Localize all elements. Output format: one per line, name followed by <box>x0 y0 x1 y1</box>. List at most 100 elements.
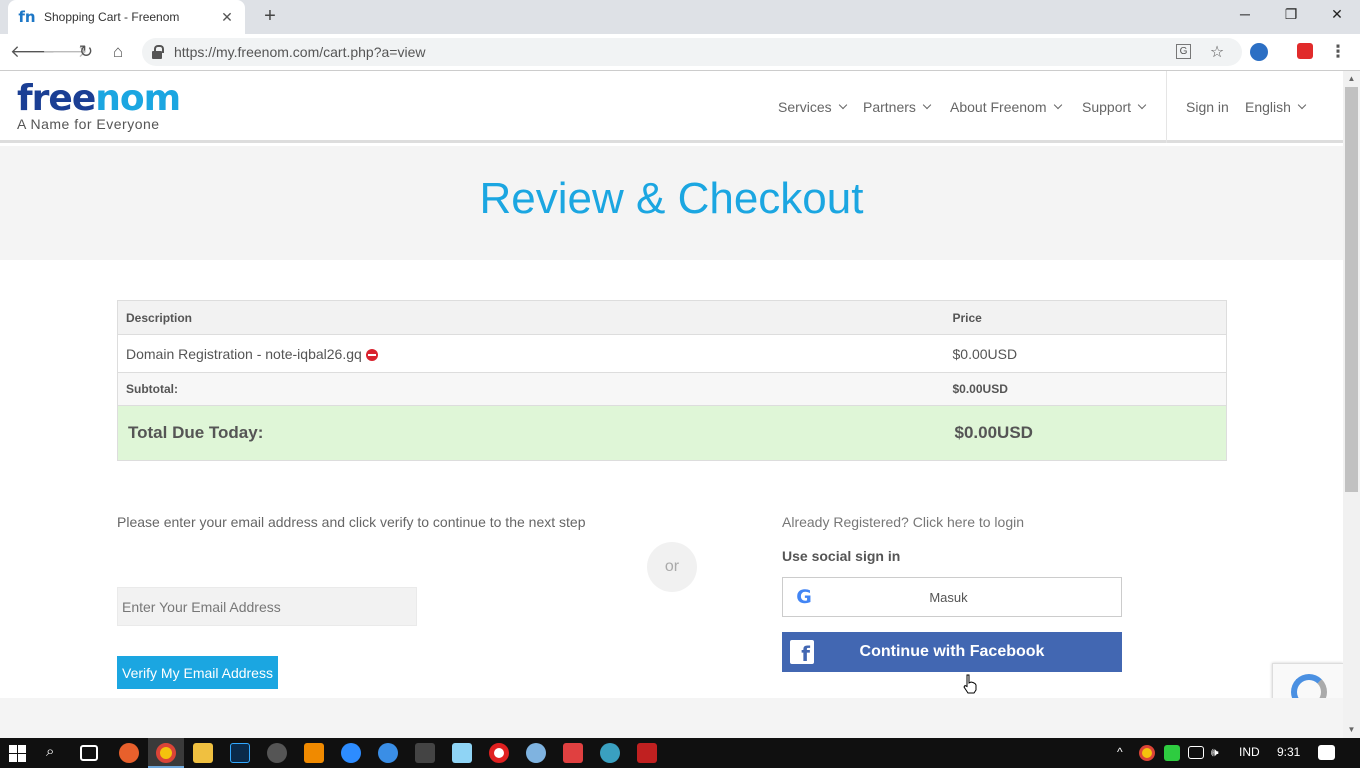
hero-banner: Review & Checkout <box>0 146 1343 260</box>
home-icon[interactable]: ⌂ <box>106 40 130 64</box>
social-sign-in-label: Use social sign in <box>782 548 901 564</box>
tray-chrome-icon[interactable] <box>1139 745 1155 761</box>
app-icon-3[interactable] <box>563 743 583 763</box>
search-icon[interactable]: ⌕ <box>46 743 54 760</box>
new-tab-button[interactable]: + <box>258 5 282 29</box>
table-row: Domain Registration - note-iqbal26.gq $0… <box>117 334 1227 373</box>
login-link[interactable]: Already Registered? Click here to login <box>782 514 1024 530</box>
freenom-favicon-icon: fn <box>18 8 36 26</box>
logo-nom: nom <box>95 78 181 119</box>
chevron-down-icon <box>1297 100 1307 110</box>
chevron-down-icon <box>1137 100 1147 110</box>
or-divider: or <box>647 542 697 592</box>
volume-icon[interactable]: 🕪 <box>1211 745 1219 760</box>
scroll-up-icon[interactable]: ▲ <box>1347 74 1356 83</box>
google-icon: G <box>796 586 812 608</box>
recaptcha-badge[interactable] <box>1272 663 1343 698</box>
total-label: Total Due Today: <box>117 405 945 461</box>
remove-item-icon[interactable] <box>365 348 378 361</box>
item-price: $0.00USD <box>944 334 1227 373</box>
app-icon-2[interactable] <box>378 743 398 763</box>
page-content: freenom A Name for Everyone Services Par… <box>0 71 1343 698</box>
app-icon[interactable] <box>267 743 287 763</box>
terminal-icon[interactable] <box>415 743 435 763</box>
office-extension-icon[interactable] <box>1297 43 1313 59</box>
cart-table: Description Price Domain Registration - … <box>117 300 1227 461</box>
file-explorer-icon[interactable] <box>193 743 213 763</box>
chrome-icon[interactable] <box>156 743 176 763</box>
nav-partners-label: Partners <box>863 99 916 115</box>
app-icon-5[interactable] <box>637 743 657 763</box>
network-icon[interactable] <box>1188 746 1204 759</box>
chevron-down-icon <box>838 100 847 110</box>
windows-start-icon[interactable] <box>9 745 26 762</box>
recaptcha-icon <box>1291 674 1327 698</box>
page-title: Review & Checkout <box>479 174 864 223</box>
reload-icon[interactable]: ↻ <box>74 40 98 64</box>
scroll-down-icon[interactable]: ▼ <box>1347 725 1356 734</box>
nav-about[interactable]: About Freenom <box>950 99 1062 115</box>
sublime-icon[interactable] <box>304 743 324 763</box>
cart-header-row: Description Price <box>117 300 1227 335</box>
translate-icon[interactable]: G <box>1176 44 1191 59</box>
bookmark-star-icon[interactable]: ☆ <box>1208 44 1226 62</box>
sign-in-link[interactable]: Sign in <box>1186 99 1229 115</box>
nav-services-label: Services <box>778 99 832 115</box>
record-icon[interactable] <box>489 743 509 763</box>
language-selector[interactable]: English <box>1245 99 1307 115</box>
notifications-icon[interactable] <box>1318 745 1335 760</box>
scroll-thumb[interactable] <box>1345 87 1358 492</box>
notepad-icon[interactable] <box>452 743 472 763</box>
google-button-label: Masuk <box>929 589 968 605</box>
firefox-icon[interactable] <box>119 743 139 763</box>
input-language[interactable]: IND <box>1239 745 1260 759</box>
freenom-logo[interactable]: freenom <box>17 78 181 119</box>
language-label: English <box>1245 99 1291 115</box>
tagline: A Name for Everyone <box>17 116 160 132</box>
windows-taskbar: ⌕ ^ 🕪 IND 9:31 <box>0 738 1360 768</box>
nav-services[interactable]: Services <box>778 99 847 115</box>
page-scrollbar[interactable]: ▲ ▼ <box>1343 71 1360 738</box>
back-icon[interactable]: 🡐 <box>10 40 56 64</box>
tab-title: Shopping Cart - Freenom <box>44 10 180 24</box>
teamviewer-icon[interactable] <box>341 743 361 763</box>
nav-partners[interactable]: Partners <box>863 99 932 115</box>
email-instructions: Please enter your email address and clic… <box>117 514 586 530</box>
clock[interactable]: 9:31 <box>1277 745 1300 759</box>
chevron-down-icon <box>922 100 932 110</box>
menu-icon[interactable]: ⋮ <box>1326 40 1350 64</box>
minimize-button[interactable]: ─ <box>1222 0 1268 30</box>
facebook-sign-in-button[interactable]: f Continue with Facebook <box>782 632 1122 672</box>
tab-close-icon[interactable]: ✕ <box>219 9 235 26</box>
extension-icon[interactable] <box>1250 43 1268 61</box>
task-view-icon[interactable] <box>80 745 98 761</box>
url-text: https://my.freenom.com/cart.php?a=view <box>174 44 426 60</box>
nav-support[interactable]: Support <box>1082 99 1147 115</box>
tray-expand-icon[interactable]: ^ <box>1117 745 1123 759</box>
browser-tab-bar: fn Shopping Cart - Freenom ✕ + ─ ❐ ✕ <box>0 0 1360 34</box>
chevron-down-icon <box>1053 100 1062 110</box>
description-header: Description <box>117 300 945 335</box>
email-input[interactable] <box>117 587 417 626</box>
forward-icon[interactable]: 🡒 <box>42 40 88 64</box>
tray-app-icon[interactable] <box>1164 745 1180 761</box>
facebook-button-label: Continue with Facebook <box>859 643 1045 660</box>
subtotal-label: Subtotal: <box>117 372 945 406</box>
photoshop-icon[interactable] <box>230 743 250 763</box>
nav-about-label: About Freenom <box>950 99 1047 115</box>
verify-email-button[interactable]: Verify My Email Address <box>117 656 278 689</box>
app-icon-4[interactable] <box>600 743 620 763</box>
close-window-button[interactable]: ✕ <box>1314 0 1360 30</box>
paint-icon[interactable] <box>526 743 546 763</box>
site-header: freenom A Name for Everyone Services Par… <box>0 71 1343 143</box>
browser-toolbar: 🡐 🡒 ↻ ⌂ https://my.freenom.com/cart.php?… <box>0 34 1360 71</box>
item-description: Domain Registration - note-iqbal26.gq <box>126 345 362 362</box>
browser-tab[interactable]: fn Shopping Cart - Freenom ✕ <box>8 0 245 34</box>
google-sign-in-button[interactable]: G Masuk <box>782 577 1122 617</box>
nav-support-label: Support <box>1082 99 1132 115</box>
page-footer <box>0 698 1343 738</box>
restore-button[interactable]: ❐ <box>1268 0 1314 30</box>
address-bar[interactable]: https://my.freenom.com/cart.php?a=view G… <box>142 38 1242 66</box>
lock-icon <box>152 45 164 59</box>
price-header: Price <box>944 300 1227 335</box>
